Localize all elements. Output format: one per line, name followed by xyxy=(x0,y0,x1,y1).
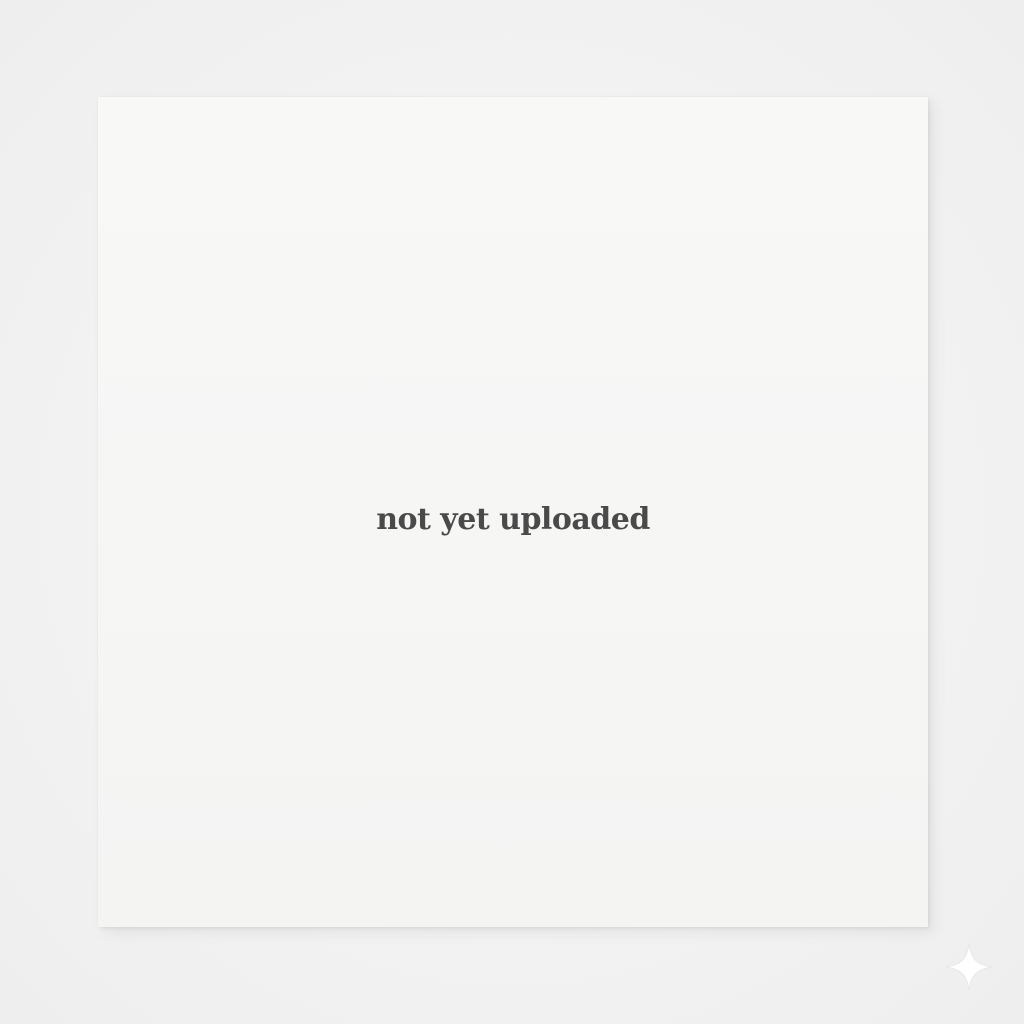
upload-status-text: not yet uploaded xyxy=(376,501,650,537)
upload-placeholder-card: not yet uploaded xyxy=(98,97,928,927)
sparkle-icon xyxy=(944,942,994,992)
